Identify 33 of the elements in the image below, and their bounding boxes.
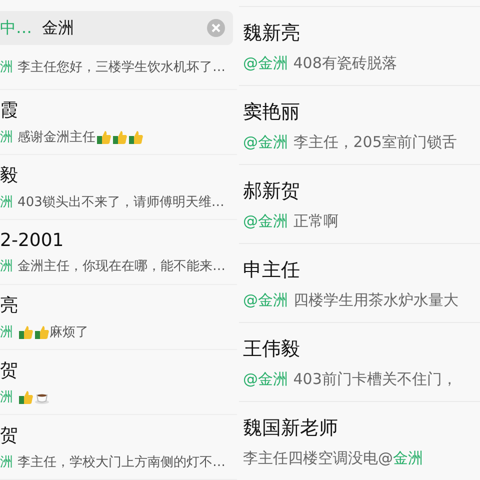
message-preview: @金洲 正常啊 <box>243 212 338 230</box>
contact-name: 郝新贺 <box>243 178 300 204</box>
message-preview: 李主任四楼空调没电@金洲 <box>243 448 424 468</box>
clear-icon[interactable] <box>207 19 226 37</box>
message-preview: 洲 李主任您好，三楼学生饮水机坏了… <box>0 59 226 76</box>
contact-name: 霞 <box>0 99 18 122</box>
contact-name: 2-2001 <box>0 230 64 250</box>
message-preview: 洲 李主任，学校大门上方南侧的灯不… <box>0 454 226 471</box>
message-preview: @金洲 403前门卡槽关不住门， <box>243 370 457 388</box>
contact-name: 魏新亮 <box>243 20 300 46</box>
message-preview: @金洲 李主任，205室前门锁舌 <box>243 132 457 152</box>
contact-name: 贺 <box>0 424 18 447</box>
search-field[interactable]: 中… 金洲 <box>0 11 234 45</box>
contact-name: 亮 <box>0 294 18 317</box>
contact-name: 毅 <box>0 164 18 187</box>
thumbs-up-icon <box>96 129 112 145</box>
message-preview: 洲 金洲主任，你现在在哪，能不能来… <box>0 258 226 274</box>
contact-name: 王伟毅 <box>243 336 300 362</box>
message-preview: 洲 感谢金洲主任 <box>0 128 144 146</box>
thumbs-up-icon <box>18 389 34 405</box>
message-preview: 洲 403锁头出不来了，请师傅明天维… <box>0 194 224 211</box>
message-preview: @金洲 408有瓷砖脱落 <box>243 54 397 72</box>
thumbs-up-icon <box>34 324 50 340</box>
message-preview: 洲 <box>0 388 50 406</box>
message-preview: 洲 麻烦了 <box>0 323 89 341</box>
contact-name: 窦艳丽 <box>243 100 300 124</box>
thumbs-up-icon <box>112 129 128 145</box>
thumbs-up-icon <box>128 129 144 145</box>
thumbs-up-icon <box>18 324 34 340</box>
contact-name: 魏国新老师 <box>243 416 338 440</box>
message-preview: @金洲 四楼学生用茶水炉水量大 <box>243 290 458 310</box>
contact-name: 申主任 <box>243 258 300 282</box>
contact-name: 贺 <box>0 359 18 382</box>
